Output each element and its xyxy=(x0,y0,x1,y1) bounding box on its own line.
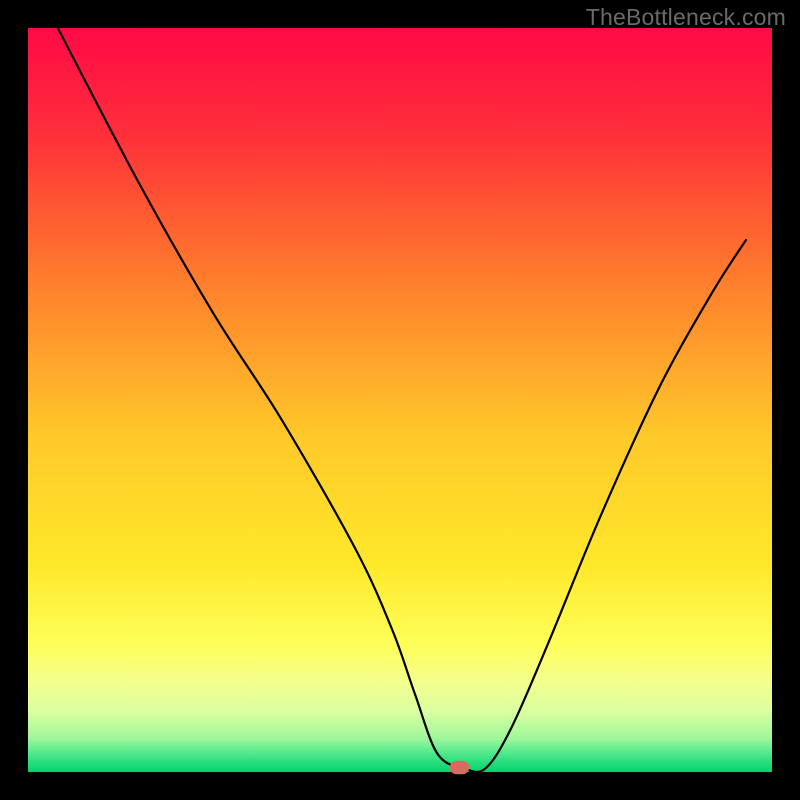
chart-background xyxy=(28,28,772,772)
minimum-marker xyxy=(450,761,469,774)
chart-container: TheBottleneck.com xyxy=(0,0,800,800)
chart-svg xyxy=(0,0,800,800)
watermark-text: TheBottleneck.com xyxy=(586,4,786,31)
